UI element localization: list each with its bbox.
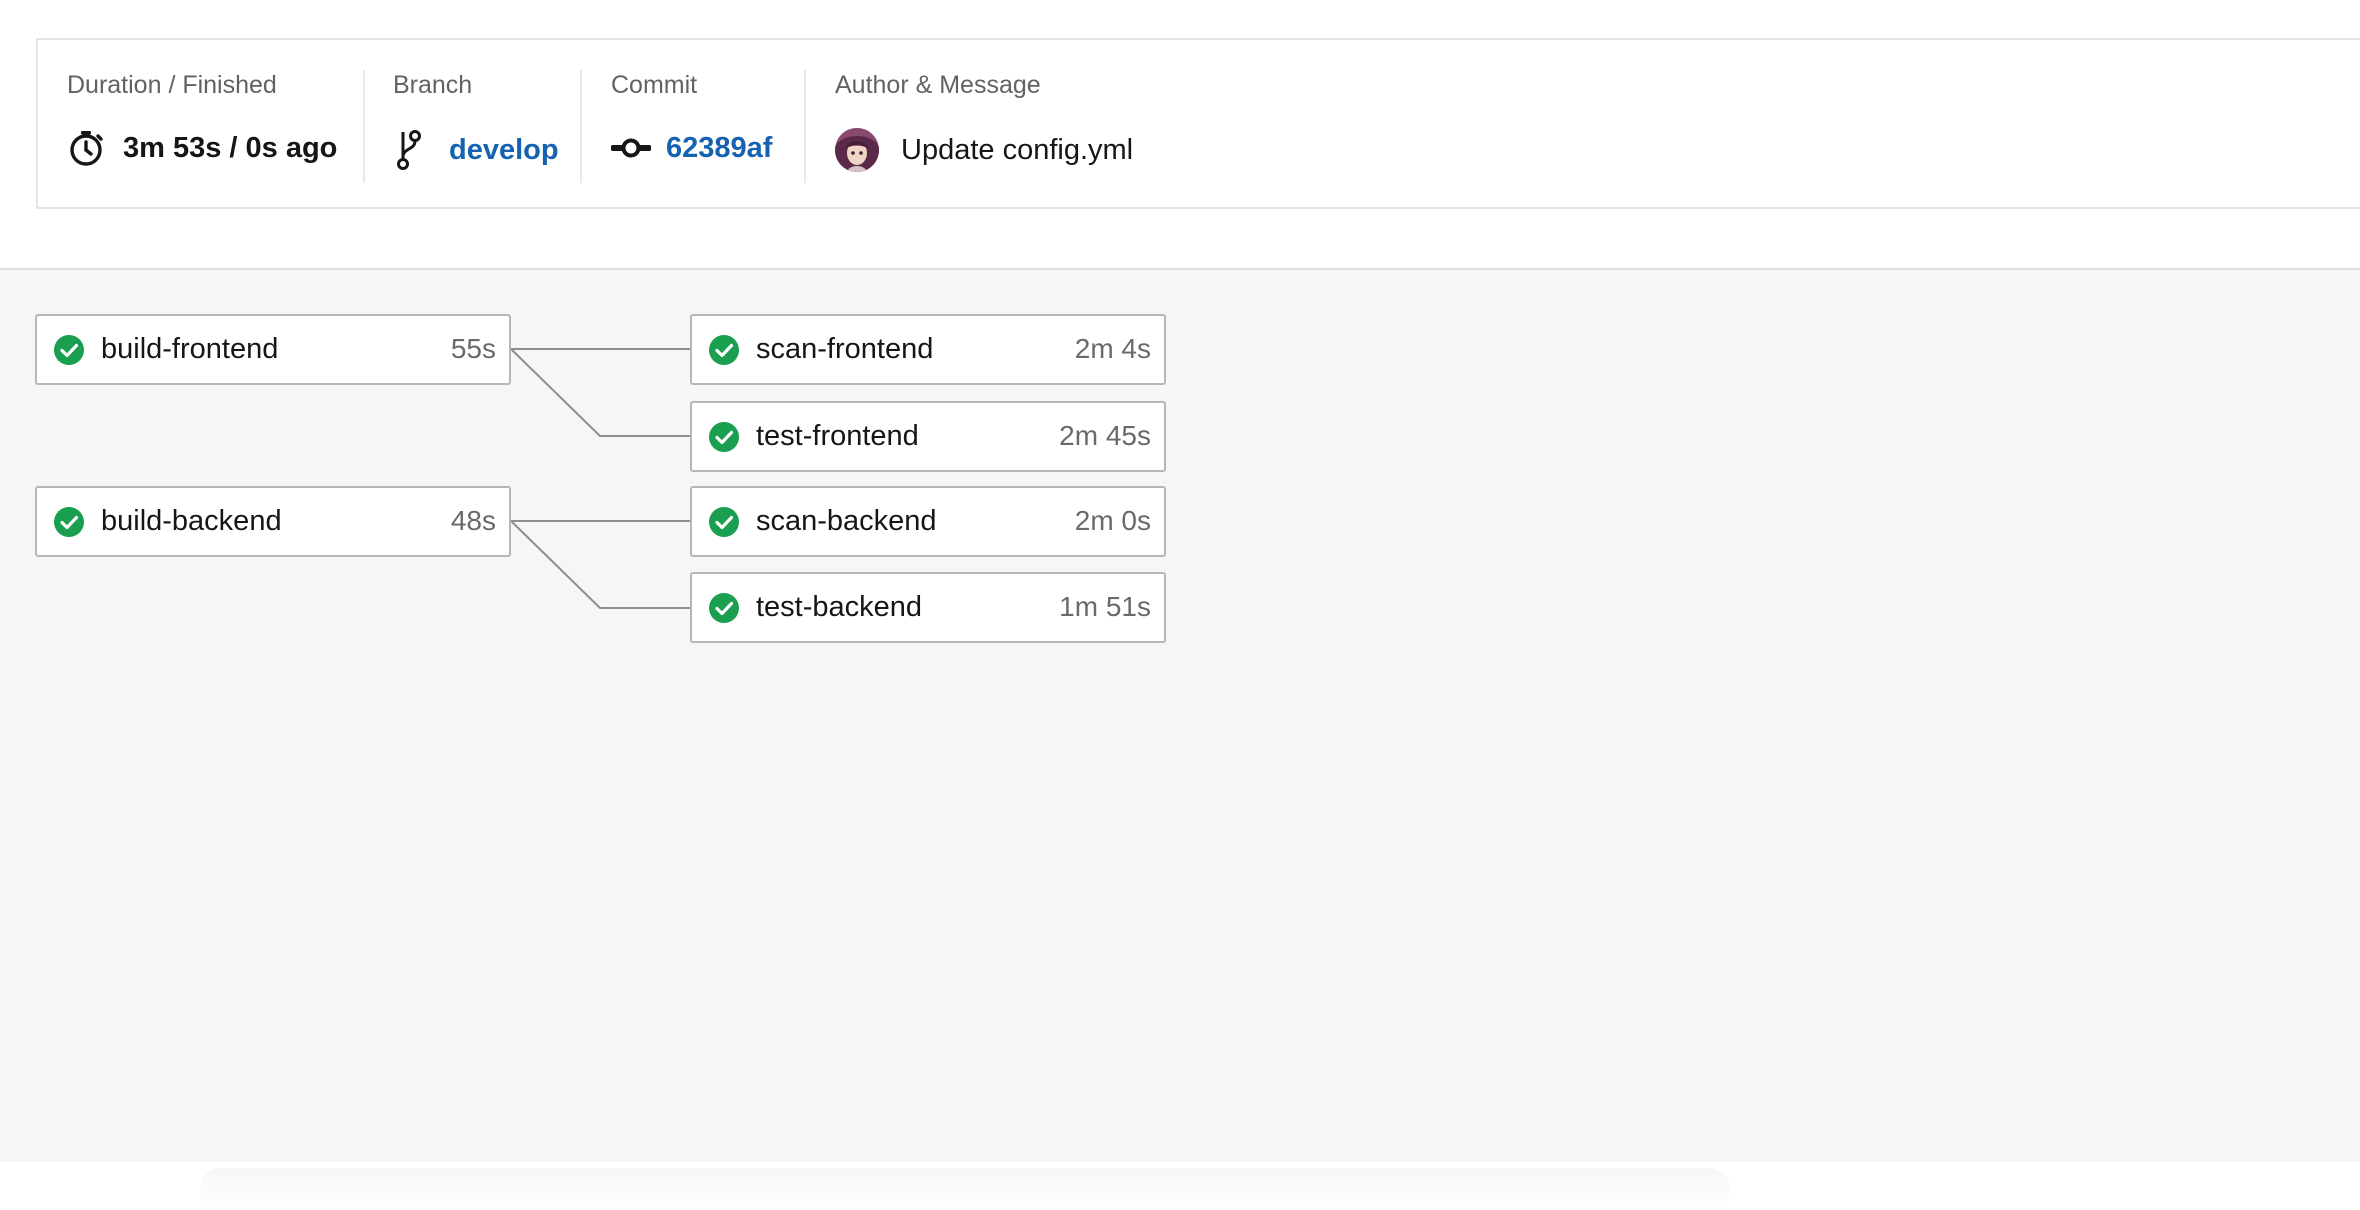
- summary-divider: [363, 70, 365, 183]
- job-duration: 2m 4s: [1074, 333, 1151, 364]
- summary-divider: [580, 70, 582, 183]
- job-duration: 55s: [450, 333, 496, 364]
- job-connectors: [510, 348, 690, 609]
- job-scan-frontend[interactable]: scan-frontend 2m 4s: [690, 314, 1166, 385]
- commit-message[interactable]: Update config.yml: [901, 134, 1133, 167]
- author-message-label: Author & Message: [835, 71, 1041, 99]
- success-check-icon: [708, 421, 740, 453]
- git-commit-icon: [611, 128, 651, 168]
- duration-label: Duration / Finished: [67, 71, 277, 99]
- job-test-backend[interactable]: test-backend 1m 51s: [690, 572, 1166, 643]
- job-name: build-frontend: [101, 333, 279, 365]
- job-build-backend[interactable]: build-backend 48s: [35, 486, 511, 557]
- job-test-frontend[interactable]: test-frontend 2m 45s: [690, 401, 1166, 472]
- pipeline-summary-card: Duration / Finished 3m 53s / 0s ago Bran…: [36, 38, 2360, 209]
- commit-link[interactable]: 62389af: [666, 132, 772, 165]
- job-name: test-backend: [756, 591, 923, 623]
- connector: [510, 348, 690, 437]
- footer-shadow: [200, 1168, 1730, 1210]
- connector: [510, 520, 690, 609]
- success-check-icon: [53, 506, 85, 538]
- commit-cell: Commit 62389af: [611, 70, 791, 185]
- job-build-frontend[interactable]: build-frontend 55s: [35, 314, 511, 385]
- commit-label: Commit: [611, 71, 698, 99]
- branch-link[interactable]: develop: [449, 134, 559, 167]
- branch-label: Branch: [393, 71, 473, 99]
- success-check-icon: [708, 506, 740, 538]
- summary-divider: [804, 70, 806, 183]
- success-check-icon: [708, 592, 740, 624]
- job-name: test-frontend: [756, 420, 919, 452]
- job-duration: 2m 45s: [1059, 420, 1151, 451]
- duration-cell: Duration / Finished 3m 53s / 0s ago: [67, 70, 367, 185]
- job-duration: 2m 0s: [1074, 505, 1151, 536]
- pipeline-header: Duration / Finished 3m 53s / 0s ago Bran…: [0, 0, 2360, 268]
- job-duration: 48s: [450, 505, 496, 536]
- avatar[interactable]: [835, 128, 879, 172]
- job-duration: 1m 51s: [1059, 591, 1151, 622]
- git-branch-icon: [393, 128, 429, 172]
- author-cell: Author & Message Update config.yml: [835, 70, 1235, 185]
- duration-value: 3m 53s / 0s ago: [123, 131, 338, 164]
- job-scan-backend[interactable]: scan-backend 2m 0s: [690, 486, 1166, 557]
- branch-cell: Branch develop: [393, 70, 573, 185]
- pipeline-graph: build-frontend 55s scan-frontend 2m 4s t…: [0, 270, 2360, 1162]
- job-name: build-backend: [101, 505, 282, 537]
- job-name: scan-backend: [756, 505, 937, 537]
- success-check-icon: [53, 334, 85, 366]
- job-name: scan-frontend: [756, 333, 934, 365]
- stopwatch-icon: [67, 128, 107, 168]
- success-check-icon: [708, 334, 740, 366]
